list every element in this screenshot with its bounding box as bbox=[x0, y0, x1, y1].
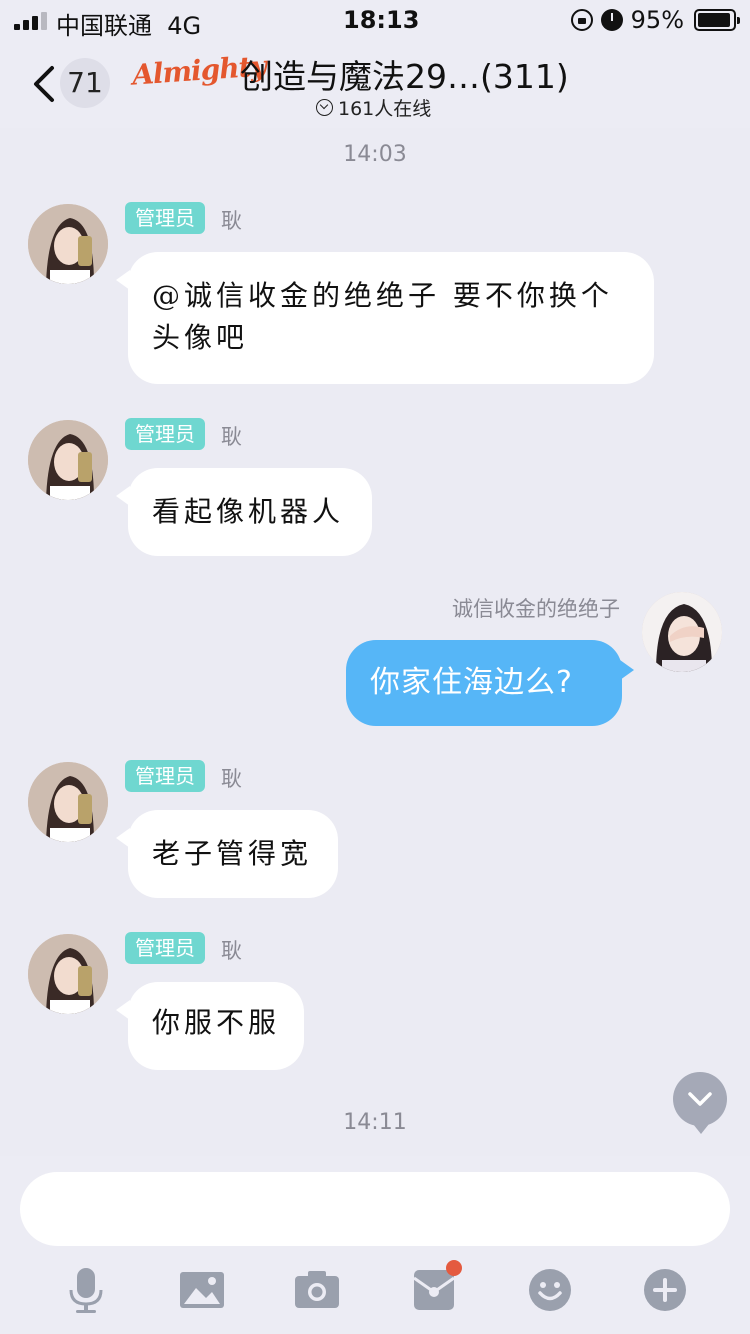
self-avatar[interactable] bbox=[642, 592, 722, 672]
avatar[interactable] bbox=[28, 762, 108, 842]
alarm-icon bbox=[600, 9, 623, 31]
online-count[interactable]: 161人在线 bbox=[316, 94, 431, 121]
carrier-label: 中国联通 bbox=[56, 12, 152, 40]
image-icon[interactable] bbox=[178, 1266, 226, 1314]
message-bubble[interactable]: 看起像机器人 bbox=[116, 468, 372, 556]
group-title[interactable]: 创造与魔法29…(311) bbox=[240, 50, 569, 98]
scroll-to-bottom-button[interactable] bbox=[673, 1072, 727, 1134]
admin-tag: 管理员 bbox=[125, 202, 205, 234]
timestamp: 14:03 bbox=[343, 142, 407, 167]
red-packet-button[interactable] bbox=[410, 1260, 462, 1314]
chat-header: 71 Almighty 创造与魔法29…(311) 161人在线 bbox=[0, 42, 750, 128]
message-line: 看起像机器人 bbox=[152, 495, 345, 528]
message-bubble-outgoing[interactable]: 你家住海边么? bbox=[346, 640, 634, 726]
chevron-down-icon bbox=[316, 99, 333, 116]
network-label: 4G bbox=[167, 12, 202, 40]
plus-icon[interactable] bbox=[641, 1266, 689, 1314]
admin-tag: 管理员 bbox=[125, 418, 205, 450]
message-bubble[interactable]: @诚信收金的绝绝子 要不你换个 头像吧 bbox=[116, 252, 654, 384]
sender-name: 耿 bbox=[221, 767, 242, 791]
input-toolbar bbox=[0, 1260, 750, 1316]
timestamp: 14:11 bbox=[343, 1110, 407, 1135]
online-label: 161人在线 bbox=[338, 98, 432, 120]
message-bubble[interactable]: 老子管得宽 bbox=[116, 810, 338, 898]
self-sender-name: 诚信收金的绝绝子 bbox=[452, 597, 620, 621]
message-line: 老子管得宽 bbox=[152, 837, 313, 870]
battery-icon bbox=[694, 9, 740, 31]
status-bar: 中国联通 4G 18:13 95% bbox=[0, 0, 750, 42]
sender-name: 耿 bbox=[221, 425, 242, 449]
avatar[interactable] bbox=[28, 204, 108, 284]
back-arrow-icon[interactable] bbox=[30, 64, 58, 104]
message-line: 你家住海边么? bbox=[370, 665, 573, 700]
orientation-lock-icon bbox=[570, 9, 593, 31]
camera-icon[interactable] bbox=[293, 1266, 341, 1314]
admin-tag: 管理员 bbox=[125, 760, 205, 792]
microphone-icon[interactable] bbox=[62, 1266, 110, 1314]
input-area bbox=[0, 1156, 750, 1334]
message-line: 头像吧 bbox=[152, 321, 249, 354]
message-line: @诚信收金的绝绝子 要不你换个 bbox=[152, 279, 613, 312]
status-time: 18:13 bbox=[343, 6, 420, 34]
unread-count-badge[interactable]: 71 bbox=[60, 58, 110, 108]
emoji-icon[interactable] bbox=[526, 1266, 574, 1314]
avatar[interactable] bbox=[28, 934, 108, 1014]
notification-dot bbox=[446, 1260, 462, 1276]
message-line: 你服不服 bbox=[152, 1006, 281, 1039]
admin-tag: 管理员 bbox=[125, 932, 205, 964]
avatar[interactable] bbox=[28, 420, 108, 500]
message-bubble[interactable]: 你服不服 bbox=[116, 982, 304, 1070]
battery-percent: 95% bbox=[630, 6, 684, 34]
chevron-down-icon bbox=[688, 1092, 712, 1106]
sender-name: 耿 bbox=[221, 939, 242, 963]
message-input[interactable] bbox=[20, 1172, 730, 1246]
sender-name: 耿 bbox=[221, 209, 242, 233]
